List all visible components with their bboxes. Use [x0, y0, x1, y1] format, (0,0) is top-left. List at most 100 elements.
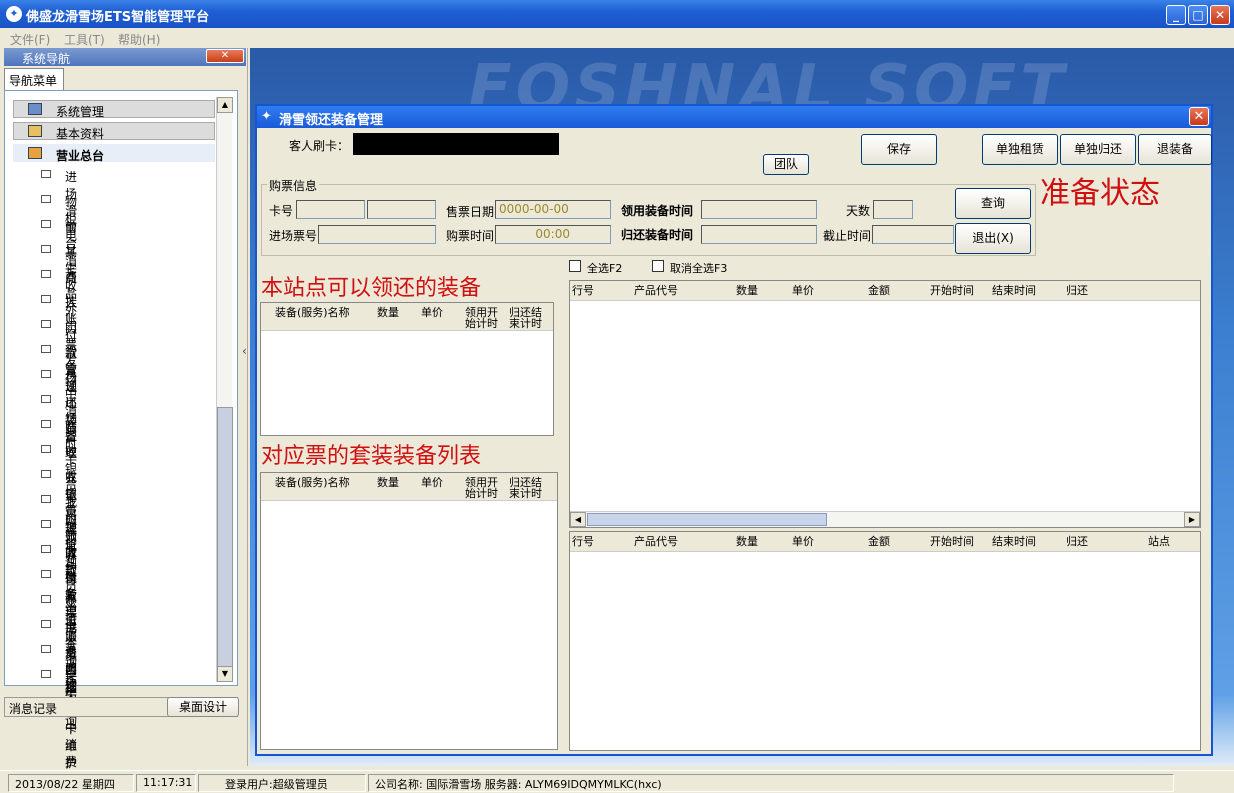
horizontal-scrollbar[interactable]: ◀ ▶	[570, 511, 1200, 527]
menu-tools[interactable]: 工具(T)	[64, 31, 105, 48]
nav-group-system[interactable]: 系统管理	[13, 100, 215, 119]
message-bar: 消息记录 桌面设计	[4, 697, 239, 717]
app-icon: ✦	[6, 6, 22, 22]
refund-button[interactable]: 退装备	[1138, 134, 1212, 165]
note-station-equipment: 本站点可以领还的装备	[261, 276, 482, 301]
scroll-thumb[interactable]	[217, 407, 233, 677]
column-header: 归还	[1066, 284, 1088, 297]
return-time-label: 归还装备时间	[621, 228, 694, 242]
tab-nav-menu[interactable]: 导航菜单	[4, 68, 64, 90]
column-header: 数量	[736, 535, 758, 548]
column-header: 产品代号	[634, 284, 678, 297]
status-date: 2013/08/22 星期四	[8, 774, 134, 792]
column-header: 单价	[792, 535, 814, 548]
sale-date-field[interactable]: 0000-00-00	[495, 200, 611, 219]
end-time-label: 截止时间	[823, 229, 872, 243]
status-user: 登录用户:超级管理员	[198, 774, 366, 792]
document-icon	[41, 495, 51, 503]
card-no-field[interactable]	[296, 200, 365, 219]
nav-header: 系统导航 ✕	[4, 48, 246, 66]
column-header: 站点	[1148, 535, 1170, 548]
take-time-field[interactable]	[701, 200, 817, 219]
col-name: 装备(服务)名称	[275, 306, 350, 319]
menu-file[interactable]: 文件(F)	[10, 31, 50, 48]
desktop-design-button[interactable]: 桌面设计	[167, 697, 239, 717]
station-equipment-grid[interactable]: 装备(服务)名称 数量 单价 领用开始计时 归还结束计时	[260, 302, 554, 436]
buy-time-field[interactable]: 00:00	[495, 225, 611, 244]
document-icon	[41, 195, 51, 203]
return-time-field[interactable]	[701, 225, 817, 244]
rent-button[interactable]: 单独租赁	[982, 134, 1058, 165]
deselect-all-label: 取消全选F3	[670, 262, 728, 275]
nav-close-button[interactable]: ✕	[206, 49, 244, 63]
grid-header: 装备(服务)名称 数量 单价 领用开始计时 归还结束计时	[261, 303, 553, 331]
h-scroll-thumb[interactable]	[587, 513, 827, 526]
nav-group-basic[interactable]: 基本资料	[13, 122, 215, 141]
save-button[interactable]: 保存	[861, 134, 937, 165]
note-package-equipment: 对应票的套装装备列表	[261, 444, 482, 469]
column-header: 产品代号	[634, 535, 678, 548]
column-header: 数量	[736, 284, 758, 297]
close-button[interactable]: ✕	[1210, 5, 1230, 25]
scroll-right-icon[interactable]: ▶	[1184, 512, 1200, 527]
document-icon	[41, 270, 51, 278]
col-start: 领用开始计时	[465, 306, 498, 330]
document-icon	[41, 445, 51, 453]
document-icon	[41, 370, 51, 378]
ticket-groupbox	[261, 184, 1036, 256]
entry-no-label: 进场票号	[269, 229, 318, 243]
document-icon	[41, 570, 51, 578]
team-button[interactable]: 团队	[763, 154, 809, 175]
nav-scrollbar[interactable]: ▲ ▼	[216, 97, 233, 682]
column-header: 金额	[868, 284, 890, 297]
scroll-left-icon[interactable]: ◀	[570, 512, 586, 527]
document-icon	[41, 470, 51, 478]
document-icon	[41, 420, 51, 428]
column-header: 开始时间	[930, 284, 974, 297]
maximize-button[interactable]: □	[1188, 5, 1208, 25]
select-all-checkbox[interactable]	[569, 260, 581, 272]
grid-header: 装备(服务)名称 数量 单价 领用开始计时 归还结束计时	[261, 473, 557, 501]
menu-help[interactable]: 帮助(H)	[118, 31, 160, 48]
days-field[interactable]	[873, 200, 913, 219]
document-icon	[41, 520, 51, 528]
dialog-close-button[interactable]: ✕	[1189, 107, 1209, 126]
grid-header: 行号 产品代号 数量 单价 金额 开始时间 结束时间 归还	[570, 281, 1200, 301]
col-name: 装备(服务)名称	[275, 476, 350, 489]
nav-group-business[interactable]: 营业总台	[13, 144, 215, 163]
scroll-down-icon[interactable]: ▼	[217, 666, 233, 682]
collapse-arrow-icon[interactable]: ‹	[242, 344, 247, 358]
window-titlebar: ✦ 佛盛龙滑雪场ETS智能管理平台 _ □ ✕	[0, 0, 1234, 28]
exit-button[interactable]: 退出(X)	[955, 223, 1031, 254]
deselect-all-checkbox[interactable]	[652, 260, 664, 272]
card-no-field-2[interactable]	[367, 200, 436, 219]
package-equipment-grid[interactable]: 装备(服务)名称 数量 单价 领用开始计时 归还结束计时	[260, 472, 558, 750]
ticket-legend: 购票信息	[267, 177, 320, 194]
column-header: 金额	[868, 535, 890, 548]
history-grid[interactable]: 行号 产品代号 数量 单价 金额 开始时间 结束时间 归还 站点	[569, 531, 1201, 751]
col-price: 单价	[421, 306, 443, 319]
scroll-up-icon[interactable]: ▲	[217, 97, 233, 113]
return-button[interactable]: 单独归还	[1060, 134, 1136, 165]
status-time: 11:17:31	[136, 774, 196, 792]
column-header: 结束时间	[992, 535, 1036, 548]
minimize-button[interactable]: _	[1166, 5, 1186, 25]
column-header: 开始时间	[930, 535, 974, 548]
card-no-label: 卡号	[269, 204, 294, 218]
nav-header-title: 系统导航	[22, 52, 71, 66]
cabinet-icon	[28, 147, 42, 159]
document-icon	[41, 670, 51, 678]
document-icon	[41, 320, 51, 328]
entry-no-field[interactable]	[318, 225, 436, 244]
document-icon	[41, 220, 51, 228]
rental-grid[interactable]: 行号 产品代号 数量 单价 金额 开始时间 结束时间 归还 ◀ ▶	[569, 280, 1201, 528]
col-qty: 数量	[377, 476, 399, 489]
message-log-tab[interactable]: 消息记录	[9, 700, 57, 717]
card-label: 客人刷卡：	[289, 139, 350, 153]
nav-tree: 系统管理 基本资料 营业总台 进场滑雪 物柜电子卡 前台消费 其它收入 商品外卖 挂账付款…	[4, 90, 238, 793]
dialog-icon: ✦	[261, 109, 272, 124]
end-time-field[interactable]	[872, 225, 954, 244]
sale-date-label: 售票日期	[446, 205, 495, 219]
card-input[interactable]	[353, 133, 559, 155]
query-button[interactable]: 查询	[955, 188, 1031, 219]
